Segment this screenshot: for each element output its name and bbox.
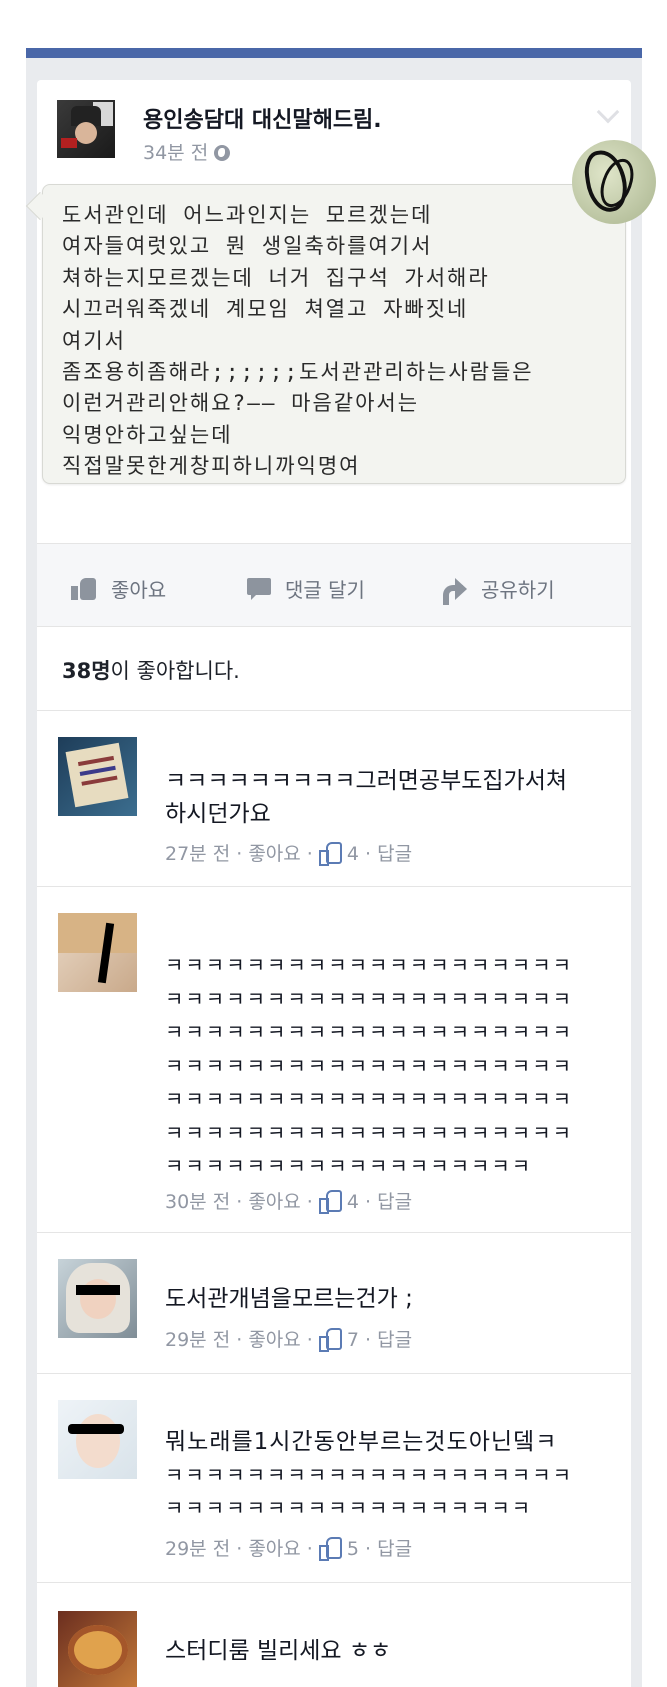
comment-line: ㅋㅋㅋㅋㅋㅋㅋㅋㅋㅋㅋㅋㅋㅋㅋㅋㅋㅋㅋㅋ xyxy=(165,1053,573,1078)
thumbs-up-icon xyxy=(318,1190,342,1214)
comment-button[interactable]: 댓글 달기 xyxy=(247,574,365,603)
page-avatar[interactable] xyxy=(57,100,115,158)
handwriting-line: 이런거관리안해요?—— 마음같아서는 xyxy=(62,391,420,416)
comment-item: 뭐노래를1시간동안부르는것도아닌뎈ㅋ ㅋㅋㅋㅋㅋㅋㅋㅋㅋㅋㅋㅋㅋㅋㅋㅋㅋㅋㅋㅋ … xyxy=(37,1374,631,1582)
handwriting-line: 직접말못한게창피하니까익명여 xyxy=(62,454,361,479)
like-button[interactable]: 좋아요 xyxy=(71,574,166,603)
comment-like-count[interactable]: 4 xyxy=(347,1191,359,1213)
thumbs-up-icon xyxy=(71,578,97,600)
comment-text: 뭐노래를1시간동안부르는것도아닌뎈ㅋ ㅋㅋㅋㅋㅋㅋㅋㅋㅋㅋㅋㅋㅋㅋㅋㅋㅋㅋㅋㅋ … xyxy=(165,1426,605,1525)
globe-icon xyxy=(214,145,231,161)
handwriting-line: 좀조용히좀해라;;;;;;도서관관리하는사람들은 xyxy=(62,360,534,385)
like-label: 좋아요 xyxy=(111,578,167,602)
comment-text: ㅋㅋㅋㅋㅋㅋㅋㅋㅋㅋㅋㅋㅋㅋㅋㅋㅋㅋㅋㅋ ㅋㅋㅋㅋㅋㅋㅋㅋㅋㅋㅋㅋㅋㅋㅋㅋㅋㅋㅋ… xyxy=(165,949,605,1184)
comment-line: ㅋㅋㅋㅋㅋㅋㅋㅋㅋㅋㅋㅋㅋㅋㅋㅋㅋㅋㅋㅋ xyxy=(165,1020,573,1044)
handwriting-line: 익명안하고싶는데 xyxy=(62,422,233,447)
comment-time[interactable]: 27분 전 xyxy=(165,843,230,865)
share-arrow-icon xyxy=(441,578,467,605)
comment-reply-link[interactable]: 답글 xyxy=(377,1191,412,1213)
top-blue-bar xyxy=(26,48,642,58)
comment-meta: 30분 전 · 좋아요 · 4 · 답글 xyxy=(165,1190,413,1214)
comment-line: ㅋㅋㅋㅋㅋㅋㅋㅋㅋㅋㅋㅋㅋㅋㅋㅋㅋㅋㅋㅋ xyxy=(165,953,573,977)
comment-line: ㅋㅋㅋㅋㅋㅋㅋㅋㅋㅋㅋㅋㅋㅋㅋㅋㅋㅋ xyxy=(165,1496,533,1520)
comment-item: 스터디룸 빌리세요 ㅎㅎ xyxy=(37,1583,631,1687)
commenter-avatar[interactable] xyxy=(58,913,137,992)
share-label: 공유하기 xyxy=(481,578,555,602)
comment-like-link[interactable]: 좋아요 xyxy=(248,1538,300,1560)
handwritten-text: 도서관인데 어느과인지는 모르겠는데 여자들여럿있고 뭔 생일축하를여기서 쳐하… xyxy=(62,200,614,483)
comment-meta: 29분 전 · 좋아요 · 7 · 답글 xyxy=(165,1328,413,1352)
comment-line: 하시던가요 xyxy=(165,801,271,827)
comment-like-link[interactable]: 좋아요 xyxy=(248,1329,300,1351)
comment-meta: 29분 전 · 좋아요 · 5 · 답글 xyxy=(165,1537,413,1561)
comment-text: 도서관개념을모르는건가 ; xyxy=(165,1283,605,1316)
comment-like-link[interactable]: 좋아요 xyxy=(248,843,300,865)
commenter-avatar[interactable] xyxy=(58,737,137,816)
avatar-face xyxy=(76,1414,120,1468)
thumbs-up-icon xyxy=(318,842,342,866)
comment-time[interactable]: 29분 전 xyxy=(165,1538,230,1560)
comment-reply-link[interactable]: 답글 xyxy=(377,1329,412,1351)
page-name-link[interactable]: 용인송담대 대신말해드림. xyxy=(143,102,382,134)
likes-summary[interactable]: 38명이 좋아합니다. xyxy=(62,655,240,685)
avatar-face xyxy=(75,122,97,144)
comment-text: 스터디룸 빌리세요 ㅎㅎ xyxy=(165,1635,605,1668)
avatar-plate xyxy=(68,1625,128,1675)
handwriting-line: 여기서 xyxy=(62,328,126,353)
thumbs-up-icon xyxy=(318,1328,342,1352)
comment-time[interactable]: 29분 전 xyxy=(165,1329,230,1351)
comment-label: 댓글 달기 xyxy=(285,578,365,602)
likes-text: 이 좋아합니다. xyxy=(110,659,240,683)
handwriting-line: 시끄러워죽겠네 계모임 쳐열고 자빠짓네 xyxy=(62,297,469,322)
comment-item: 도서관개념을모르는건가 ; 29분 전 · 좋아요 · 7 · 답글 xyxy=(37,1233,631,1373)
comment-reply-link[interactable]: 답글 xyxy=(377,1538,412,1560)
comment-item: ㅋㅋㅋㅋㅋㅋㅋㅋㅋ그러면공부도집가서쳐 하시던가요 27분 전 · 좋아요 · … xyxy=(37,711,631,886)
post-time-text: 34분 전 xyxy=(143,142,209,164)
post-timestamp[interactable]: 34분 전 xyxy=(143,138,231,165)
likes-count: 38명 xyxy=(62,659,111,683)
comment-like-count[interactable]: 7 xyxy=(347,1329,359,1351)
comment-like-count[interactable]: 5 xyxy=(347,1538,359,1560)
comment-line: 도서관개념을모르는건가 ; xyxy=(165,1286,413,1312)
comment-line: ㅋㅋㅋㅋㅋㅋㅋㅋㅋㅋㅋㅋㅋㅋㅋㅋㅋㅋㅋㅋ xyxy=(165,1087,573,1111)
comment-text: ㅋㅋㅋㅋㅋㅋㅋㅋㅋ그러면공부도집가서쳐 하시던가요 xyxy=(165,765,605,831)
comment-line: ㅋㅋㅋㅋㅋㅋㅋㅋㅋㅋㅋㅋㅋㅋㅋㅋㅋㅋ xyxy=(165,1154,533,1178)
avatar-censor-bar xyxy=(68,1424,124,1434)
thumbs-up-icon xyxy=(318,1537,342,1561)
comment-time[interactable]: 30분 전 xyxy=(165,1191,230,1213)
comment-line: ㅋㅋㅋㅋㅋㅋㅋㅋㅋㅋㅋㅋㅋㅋㅋㅋㅋㅋㅋㅋ xyxy=(165,1463,573,1487)
handwriting-line: 도서관인데 어느과인지는 모르겠는데 xyxy=(62,203,433,227)
avatar-hair xyxy=(58,913,137,953)
comment-reply-link[interactable]: 답글 xyxy=(377,843,412,865)
comment-line: ㅋㅋㅋㅋㅋㅋㅋㅋㅋㅋㅋㅋㅋㅋㅋㅋㅋㅋㅋㅋ xyxy=(165,986,573,1011)
comment-like-link[interactable]: 좋아요 xyxy=(248,1191,300,1213)
commenter-avatar[interactable] xyxy=(58,1400,137,1479)
comment-meta: 27분 전 · 좋아요 · 4 · 답글 xyxy=(165,842,413,866)
comment-like-count[interactable]: 4 xyxy=(347,843,359,865)
share-button[interactable]: 공유하기 xyxy=(441,574,555,605)
commenter-avatar[interactable] xyxy=(58,1611,137,1687)
handwriting-line: 쳐하는지모르겠는데 너거 집구석 가서해라 xyxy=(62,265,490,290)
comment-line: ㅋㅋㅋㅋㅋㅋㅋㅋㅋㅋㅋㅋㅋㅋㅋㅋㅋㅋㅋㅋ xyxy=(165,1120,573,1145)
divider xyxy=(37,626,631,627)
action-bar: 좋아요 댓글 달기 공유하기 xyxy=(37,544,631,626)
comment-line: 스터디룸 빌리세요 ㅎㅎ xyxy=(165,1638,392,1664)
comment-line: 뭐노래를1시간동안부르는것도아닌뎈ㅋ xyxy=(165,1429,558,1455)
comment-line: ㅋㅋㅋㅋㅋㅋㅋㅋㅋ그러면공부도집가서쳐 xyxy=(165,768,568,794)
handwriting-line: 여자들여럿있고 뭔 생일축하를여기서 xyxy=(62,234,433,259)
commenter-avatar[interactable] xyxy=(58,1259,137,1338)
avatar-censor-bar xyxy=(76,1285,120,1295)
comment-icon xyxy=(247,578,271,600)
comment-item: ㅋㅋㅋㅋㅋㅋㅋㅋㅋㅋㅋㅋㅋㅋㅋㅋㅋㅋㅋㅋ ㅋㅋㅋㅋㅋㅋㅋㅋㅋㅋㅋㅋㅋㅋㅋㅋㅋㅋㅋ… xyxy=(37,887,631,1232)
avatar-tag xyxy=(61,138,77,148)
avatar-paper xyxy=(65,742,129,808)
